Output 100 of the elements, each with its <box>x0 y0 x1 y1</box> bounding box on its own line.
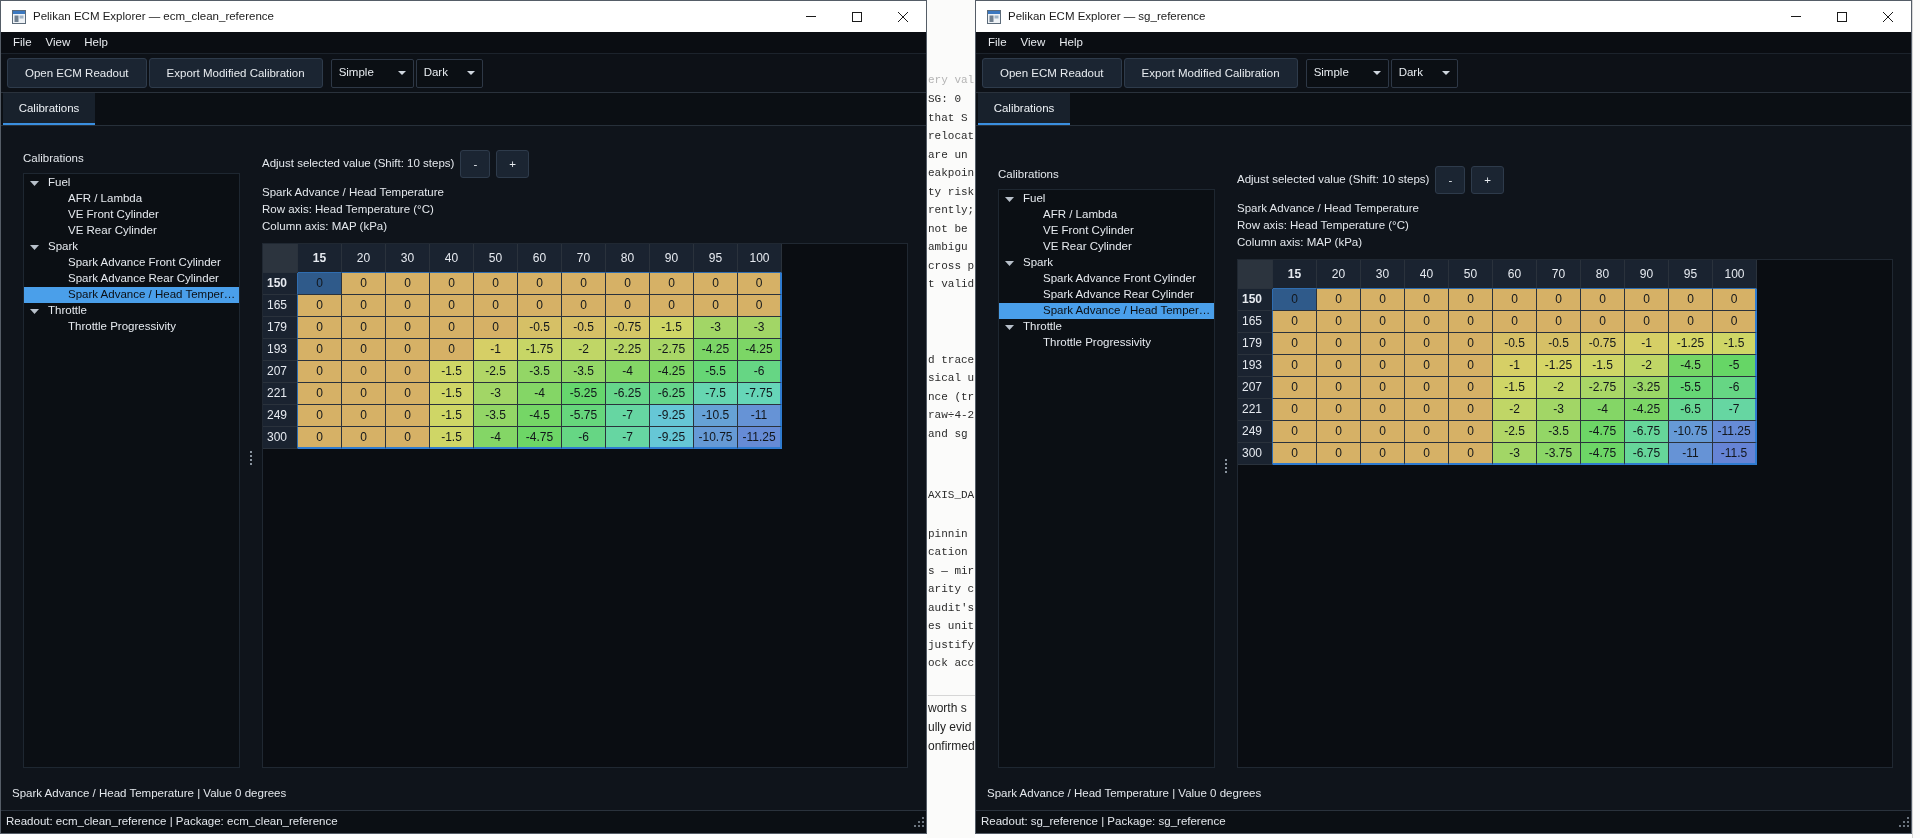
splitter-handle-icon[interactable] <box>1225 459 1227 473</box>
table-cell[interactable]: 0 <box>298 405 342 427</box>
table-cell[interactable]: 0 <box>342 273 386 295</box>
table-cell[interactable]: 0 <box>1273 443 1317 465</box>
table-cell[interactable]: 0 <box>1449 333 1493 355</box>
table-cell[interactable]: -3.5 <box>474 405 518 427</box>
table-cell[interactable]: -3 <box>1537 399 1581 421</box>
table-cell[interactable]: 0 <box>650 273 694 295</box>
table-cell[interactable]: 0 <box>1361 421 1405 443</box>
table-cell[interactable]: -3 <box>1493 443 1537 465</box>
table-cell[interactable]: -11 <box>1669 443 1713 465</box>
table-cell[interactable]: 0 <box>474 295 518 317</box>
table-cell[interactable]: -7.75 <box>738 383 782 405</box>
table-cell[interactable]: 0 <box>298 317 342 339</box>
minus-button[interactable]: - <box>460 150 491 178</box>
table-cell[interactable]: 0 <box>1713 289 1757 311</box>
table-cell[interactable]: -10.75 <box>1669 421 1713 443</box>
table-cell[interactable]: 0 <box>430 295 474 317</box>
table-cell[interactable]: -4.5 <box>518 405 562 427</box>
table-cell[interactable]: 0 <box>1361 399 1405 421</box>
table-cell[interactable]: 0 <box>1581 289 1625 311</box>
table-cell[interactable]: -3.5 <box>1537 421 1581 443</box>
plus-button[interactable]: + <box>1471 166 1504 194</box>
caret-down-icon[interactable] <box>1005 196 1014 202</box>
caret-down-icon[interactable] <box>1005 324 1014 330</box>
table-cell[interactable]: 0 <box>1317 399 1361 421</box>
table-cell[interactable]: 0 <box>1361 377 1405 399</box>
toolbar-button[interactable]: Open ECM Readout <box>7 58 147 88</box>
table-cell[interactable]: 0 <box>298 339 342 361</box>
table-cell[interactable]: -11 <box>738 405 782 427</box>
table-cell[interactable]: -0.5 <box>1537 333 1581 355</box>
table-cell[interactable]: -0.5 <box>562 317 606 339</box>
table-cell[interactable]: 0 <box>1361 311 1405 333</box>
table-cell[interactable]: 0 <box>342 405 386 427</box>
dropdown[interactable]: Simple <box>330 58 414 88</box>
toolbar-button[interactable]: Export Modified Calibration <box>148 58 323 88</box>
table-cell[interactable]: 0 <box>386 361 430 383</box>
table-cell[interactable]: -7 <box>606 427 650 449</box>
tree-item[interactable]: Throttle <box>24 303 239 319</box>
table-cell[interactable]: -5.5 <box>1669 377 1713 399</box>
table-cell[interactable]: -3.25 <box>1625 377 1669 399</box>
table-cell[interactable]: -7 <box>1713 399 1757 421</box>
table-cell[interactable]: 0 <box>1405 289 1449 311</box>
table-cell[interactable]: -2 <box>1625 355 1669 377</box>
table-cell[interactable]: -4.75 <box>1581 421 1625 443</box>
table-cell[interactable]: -6.75 <box>1625 443 1669 465</box>
table-cell[interactable]: -5 <box>1713 355 1757 377</box>
table-cell[interactable]: -0.75 <box>1581 333 1625 355</box>
table-cell[interactable]: -4.5 <box>1669 355 1713 377</box>
table-cell[interactable]: 0 <box>650 295 694 317</box>
table-cell[interactable]: -3.75 <box>1537 443 1581 465</box>
table-cell[interactable]: -2 <box>1537 377 1581 399</box>
table-cell[interactable]: 0 <box>298 383 342 405</box>
tree-item[interactable]: Spark Advance Rear Cylinder <box>24 271 239 287</box>
table-cell[interactable]: -3 <box>474 383 518 405</box>
table-cell[interactable]: -1.5 <box>1581 355 1625 377</box>
table-cell[interactable]: 0 <box>1449 421 1493 443</box>
table-cell[interactable]: 0 <box>1361 355 1405 377</box>
table-cell[interactable]: 0 <box>1713 311 1757 333</box>
tree-item[interactable]: Spark Advance / Head Temper… <box>24 287 239 303</box>
table-cell[interactable]: 0 <box>1449 377 1493 399</box>
table-cell[interactable]: 0 <box>1449 355 1493 377</box>
table-cell[interactable]: 0 <box>1273 421 1317 443</box>
table-cell[interactable]: -6.25 <box>606 383 650 405</box>
table-cell[interactable]: 0 <box>606 295 650 317</box>
tree-item[interactable]: VE Front Cylinder <box>999 223 1214 239</box>
table-cell[interactable]: 0 <box>1405 399 1449 421</box>
table-cell[interactable]: 0 <box>1273 333 1317 355</box>
table-cell[interactable]: 0 <box>342 295 386 317</box>
table-cell[interactable]: -6 <box>1713 377 1757 399</box>
tree-item[interactable]: Throttle <box>999 319 1214 335</box>
tree-item[interactable]: Spark <box>999 255 1214 271</box>
table-cell[interactable]: 0 <box>694 273 738 295</box>
table-cell[interactable]: 0 <box>1273 377 1317 399</box>
table-cell[interactable]: -1.25 <box>1537 355 1581 377</box>
table-cell[interactable]: 0 <box>342 383 386 405</box>
table-cell[interactable]: -6.25 <box>650 383 694 405</box>
table-cell[interactable]: -4.25 <box>694 339 738 361</box>
table-cell[interactable]: 0 <box>1449 399 1493 421</box>
table-cell[interactable]: 0 <box>1405 443 1449 465</box>
size-grip-icon[interactable] <box>914 817 924 827</box>
tree-item[interactable]: AFR / Lambda <box>24 191 239 207</box>
table-cell[interactable]: -1.5 <box>430 405 474 427</box>
caret-down-icon[interactable] <box>30 308 39 314</box>
table-cell[interactable]: -6 <box>738 361 782 383</box>
table-cell[interactable]: -4.75 <box>1581 443 1625 465</box>
menu-item[interactable]: View <box>1020 35 1046 50</box>
tree-item[interactable]: Spark Advance Front Cylinder <box>999 271 1214 287</box>
table-cell[interactable]: -2 <box>1493 399 1537 421</box>
table-cell[interactable]: 0 <box>1449 443 1493 465</box>
table-cell[interactable]: -9.25 <box>650 427 694 449</box>
table-cell[interactable]: -4 <box>606 361 650 383</box>
table-cell[interactable]: -6.75 <box>1625 421 1669 443</box>
table-cell[interactable]: 0 <box>1317 421 1361 443</box>
table-cell[interactable]: 0 <box>298 361 342 383</box>
table-cell[interactable]: -3 <box>694 317 738 339</box>
table-cell[interactable]: -1 <box>1625 333 1669 355</box>
table-cell[interactable]: 0 <box>342 339 386 361</box>
table-cell[interactable]: 0 <box>474 273 518 295</box>
table-cell[interactable]: -0.5 <box>518 317 562 339</box>
